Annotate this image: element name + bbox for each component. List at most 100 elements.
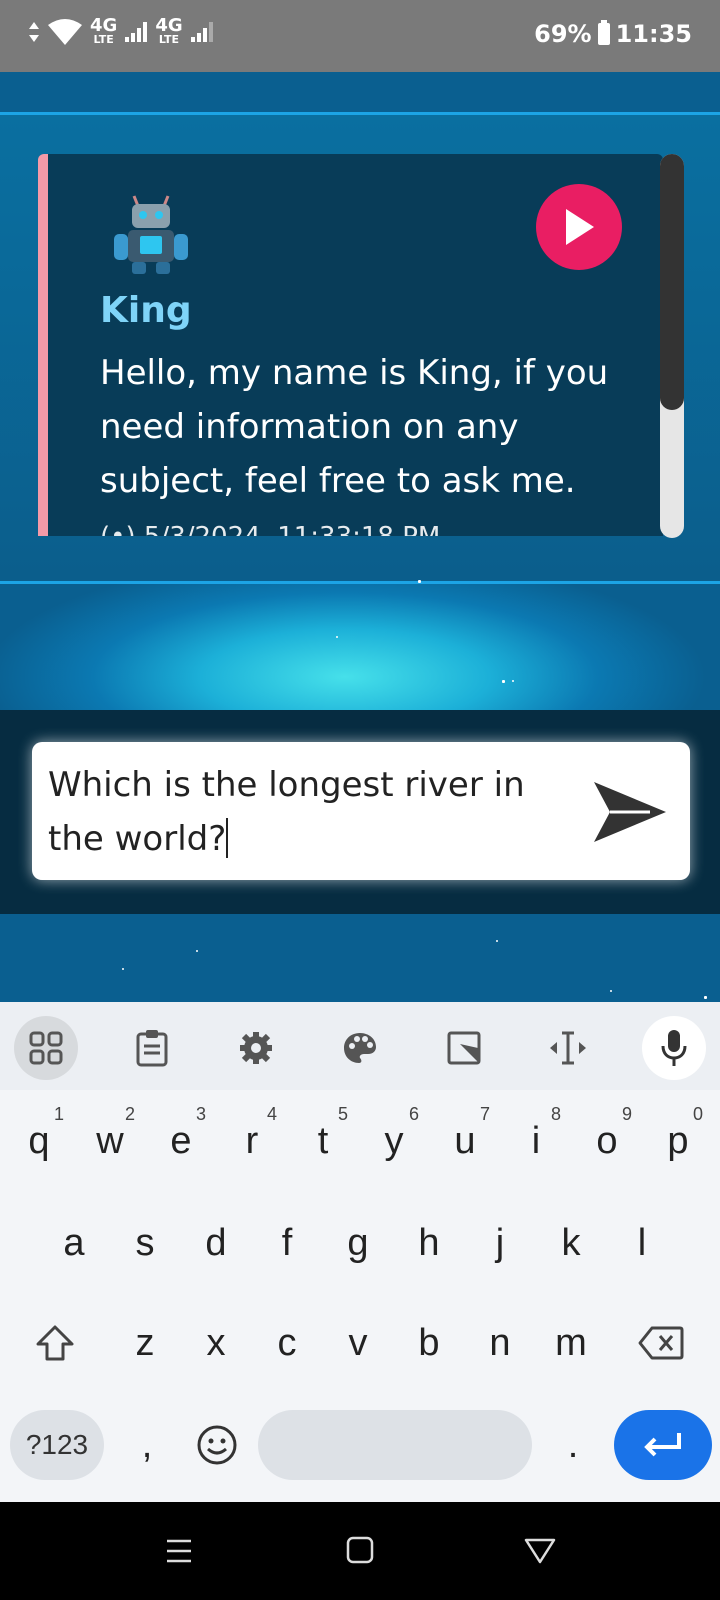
space-key[interactable]	[258, 1410, 532, 1480]
play-button[interactable]	[536, 184, 622, 270]
key-label: e	[170, 1119, 192, 1162]
play-icon	[566, 209, 594, 245]
network-type-1: 4G LTE	[90, 17, 117, 46]
star	[502, 680, 505, 683]
key-q[interactable]: q1	[4, 1096, 74, 1186]
key-hint: 6	[408, 1104, 419, 1124]
clipboard-icon[interactable]	[120, 1016, 184, 1080]
star	[496, 940, 498, 942]
bot-name: King	[100, 290, 192, 331]
key-p[interactable]: p0	[643, 1096, 713, 1186]
scrollbar-thumb[interactable]	[660, 154, 684, 410]
key-label: o	[596, 1119, 618, 1162]
network-type-2-sub: LTE	[158, 33, 180, 46]
key-n[interactable]: n	[465, 1298, 535, 1388]
key-x[interactable]: x	[181, 1298, 251, 1388]
key-label: h	[418, 1221, 440, 1264]
key-label: m	[555, 1321, 587, 1364]
key-label: k	[561, 1221, 581, 1264]
symbols-key[interactable]: ?123	[10, 1410, 104, 1480]
key-b[interactable]: b	[394, 1298, 464, 1388]
star	[610, 990, 612, 992]
comma-key[interactable]: ,	[112, 1400, 182, 1490]
key-label: q	[28, 1119, 50, 1162]
key-label: n	[489, 1321, 511, 1364]
text-cursor-icon[interactable]	[536, 1016, 600, 1080]
emoji-icon	[197, 1425, 237, 1465]
key-label: c	[277, 1321, 297, 1364]
key-hint: 2	[124, 1104, 135, 1124]
settings-icon[interactable]	[224, 1016, 288, 1080]
key-e[interactable]: e3	[146, 1096, 216, 1186]
star	[512, 680, 514, 682]
key-row-1: q1 w2 e3 r4 t5 y6 u7 i8 o9 p0	[0, 1096, 720, 1196]
key-u[interactable]: u7	[430, 1096, 500, 1186]
key-k[interactable]: k	[536, 1198, 606, 1288]
key-label: l	[637, 1221, 647, 1264]
wifi-icon	[48, 18, 82, 45]
key-label: f	[281, 1221, 293, 1264]
apps-grid-glyph	[29, 1031, 63, 1065]
key-r[interactable]: r4	[217, 1096, 287, 1186]
key-hint: 1	[53, 1104, 64, 1124]
key-label: d	[205, 1221, 227, 1264]
key-i[interactable]: i8	[501, 1096, 571, 1186]
key-l[interactable]: l	[607, 1198, 677, 1288]
palette-glyph	[344, 1033, 376, 1063]
send-icon[interactable]	[590, 776, 670, 848]
chat-scrollbar[interactable]	[660, 154, 684, 538]
recents-menu-icon[interactable]	[166, 1538, 192, 1564]
message-timestamp: (•) 5/3/2024, 11:33:18 PM	[100, 522, 440, 536]
key-v[interactable]: v	[323, 1298, 393, 1388]
clipboard-glyph	[136, 1030, 168, 1067]
key-g[interactable]: g	[323, 1198, 393, 1288]
battery-icon	[597, 20, 610, 45]
bot-message-text: Hello, my name is King, if you need info…	[100, 353, 609, 501]
message-input-text[interactable]: Which is the longest river in the world?	[48, 758, 588, 866]
key-d[interactable]: d	[181, 1198, 251, 1288]
key-z[interactable]: z	[110, 1298, 180, 1388]
key-w[interactable]: w2	[75, 1096, 145, 1186]
home-icon[interactable]	[346, 1536, 374, 1564]
palette-icon[interactable]	[328, 1016, 392, 1080]
bot-message-card: King Hello, my name is King, if you need…	[38, 154, 663, 536]
enter-key[interactable]	[614, 1410, 712, 1480]
backspace-key[interactable]	[626, 1298, 696, 1388]
enter-icon	[644, 1433, 681, 1457]
key-row-3: z x c v b n m	[0, 1298, 720, 1398]
key-y[interactable]: y6	[359, 1096, 429, 1186]
network-type-1-sub: LTE	[93, 33, 114, 46]
key-a[interactable]: a	[39, 1198, 109, 1288]
backspace-icon	[638, 1326, 684, 1360]
key-label: r	[245, 1119, 259, 1162]
key-label: s	[135, 1221, 155, 1264]
apps-grid-icon[interactable]	[14, 1016, 78, 1080]
key-o[interactable]: o9	[572, 1096, 642, 1186]
emoji-key[interactable]	[182, 1400, 252, 1490]
key-s[interactable]: s	[110, 1198, 180, 1288]
key-label: a	[63, 1221, 85, 1264]
key-f[interactable]: f	[252, 1198, 322, 1288]
shift-key[interactable]	[20, 1298, 90, 1388]
key-t[interactable]: t5	[288, 1096, 358, 1186]
key-m[interactable]: m	[536, 1298, 606, 1388]
mic-icon[interactable]	[642, 1016, 706, 1080]
key-h[interactable]: h	[394, 1198, 464, 1288]
key-label: u	[454, 1119, 476, 1162]
period-key[interactable]: .	[538, 1400, 608, 1490]
mic-glyph	[661, 1030, 687, 1066]
key-hint: 3	[195, 1104, 206, 1124]
key-label: ,	[141, 1423, 153, 1466]
back-icon[interactable]	[524, 1538, 556, 1564]
key-j[interactable]: j	[465, 1198, 535, 1288]
key-label: z	[135, 1321, 155, 1364]
star	[196, 950, 198, 952]
key-label: v	[348, 1321, 368, 1364]
system-navigation-bar	[0, 1502, 720, 1600]
key-hint: 8	[550, 1104, 561, 1124]
message-input[interactable]: Which is the longest river in the world?	[32, 742, 690, 880]
key-c[interactable]: c	[252, 1298, 322, 1388]
resize-glyph	[447, 1031, 481, 1065]
key-label: w	[96, 1119, 124, 1162]
resize-icon[interactable]	[432, 1016, 496, 1080]
